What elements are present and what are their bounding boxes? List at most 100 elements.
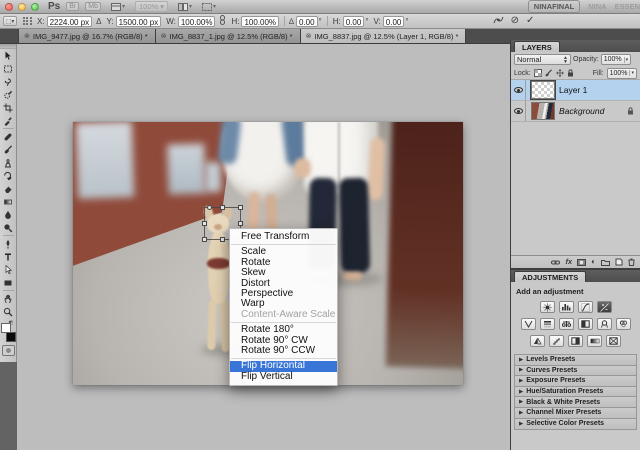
close-tab-icon[interactable]: ⊗ [24, 32, 30, 40]
blur-tool-icon[interactable] [1, 208, 16, 221]
view-extras-menu[interactable]: ▾ [111, 3, 125, 11]
background-color-swatch[interactable] [6, 332, 16, 342]
photo-filter-icon[interactable] [597, 318, 612, 330]
dodge-tool-icon[interactable] [1, 221, 16, 234]
commit-transform-button[interactable]: ✓ [526, 16, 534, 26]
crop-tool-icon[interactable] [1, 101, 16, 114]
threshold-icon[interactable] [568, 335, 583, 347]
history-brush-tool-icon[interactable] [1, 169, 16, 182]
x-position-field[interactable]: 2224.00 px [47, 16, 93, 27]
close-tab-icon[interactable]: ⊗ [306, 32, 312, 40]
relative-positioning-toggle[interactable]: Δ [96, 17, 101, 26]
workspace-button[interactable]: ESSEN [615, 2, 640, 11]
quick-selection-tool-icon[interactable] [1, 88, 16, 101]
disclosure-triangle-icon[interactable]: ▶ [519, 367, 523, 373]
transform-handle[interactable] [202, 237, 207, 242]
close-tab-icon[interactable]: ⊗ [161, 32, 167, 40]
eyedropper-tool-icon[interactable] [1, 114, 16, 127]
layer-visibility-toggle[interactable] [511, 101, 526, 121]
path-selection-tool-icon[interactable] [1, 263, 16, 276]
link-dimensions-icon[interactable] [219, 15, 226, 27]
zoom-level-dropdown[interactable]: 100% ▾ [135, 1, 168, 12]
new-group-icon[interactable] [601, 259, 610, 266]
layer-style-icon[interactable]: fx [565, 258, 572, 266]
pen-tool-icon[interactable] [1, 237, 16, 250]
zoom-tool-icon[interactable] [1, 305, 16, 318]
screen-mode-menu[interactable]: ▾ [202, 3, 216, 11]
reference-point-locator[interactable] [23, 17, 32, 26]
black-white-icon[interactable] [578, 318, 593, 330]
foreground-color-swatch[interactable] [1, 323, 11, 333]
width-scale-field[interactable]: 100.00% [178, 16, 216, 27]
cancel-transform-button[interactable]: ⊘ [511, 16, 519, 26]
transform-handle[interactable] [202, 221, 207, 226]
clone-stamp-tool-icon[interactable] [1, 156, 16, 169]
type-tool-icon[interactable] [1, 250, 16, 263]
preset-group-exposure[interactable]: ▶Exposure Presets [515, 376, 636, 387]
mini-bridge-button[interactable]: Mb [85, 2, 101, 11]
brightness-contrast-icon[interactable] [540, 301, 555, 313]
document-tab[interactable]: ⊗ IMG_8837_1.jpg @ 12.5% (RGB/8) * [156, 29, 301, 43]
channel-mixer-icon[interactable] [616, 318, 631, 330]
color-balance-icon[interactable] [559, 318, 574, 330]
h-skew-field[interactable]: 0.00 [343, 16, 365, 27]
new-layer-icon[interactable] [615, 258, 623, 266]
preset-group-curves[interactable]: ▶Curves Presets [515, 366, 636, 377]
zoom-window-button[interactable] [31, 3, 39, 11]
opacity-field[interactable]: 100%▾ [601, 54, 631, 65]
menu-item-rotate-90-ccw[interactable]: Rotate 90° CCW [230, 346, 337, 356]
lock-pixels-icon[interactable] [545, 69, 553, 77]
new-adjustment-layer-icon[interactable]: ◐ [591, 258, 596, 266]
layer-row-background[interactable]: Background [511, 101, 640, 122]
vibrance-icon[interactable] [521, 318, 536, 330]
document-tab-active[interactable]: ⊗ IMG_8837.jpg @ 12.5% (Layer 1, RGB/8) … [301, 29, 467, 43]
bridge-button[interactable]: Br [66, 2, 79, 11]
rectangular-marquee-tool-icon[interactable] [1, 62, 16, 75]
transform-handle[interactable] [220, 205, 225, 210]
workspace-button-active[interactable]: NINAFINAL [528, 0, 580, 13]
tab-adjustments[interactable]: ADJUSTMENTS [514, 271, 586, 282]
layer-row-layer1[interactable]: Layer 1 [511, 80, 640, 101]
rotation-angle-field[interactable]: 0.00 [296, 16, 318, 27]
tool-preset-picker[interactable]: ⬚▾ [3, 16, 17, 26]
invert-icon[interactable] [530, 335, 545, 347]
levels-icon[interactable] [559, 301, 574, 313]
fill-field[interactable]: 100%▾ [607, 68, 637, 79]
transform-handle[interactable] [238, 221, 243, 226]
layer-name[interactable]: Background [559, 106, 604, 116]
transform-handle[interactable] [207, 205, 212, 210]
curves-icon[interactable] [578, 301, 593, 313]
disclosure-triangle-icon[interactable]: ▶ [519, 357, 523, 363]
layers-list-empty-area[interactable] [511, 122, 640, 255]
y-position-field[interactable]: 1500.00 px [116, 16, 162, 27]
layer-visibility-toggle[interactable] [511, 80, 526, 100]
delete-layer-icon[interactable] [628, 258, 635, 266]
gradient-map-icon[interactable] [587, 335, 602, 347]
v-skew-field[interactable]: 0.00 [383, 16, 405, 27]
transform-handle[interactable] [220, 237, 225, 242]
rectangle-shape-tool-icon[interactable] [1, 276, 16, 289]
link-layers-icon[interactable] [551, 259, 560, 266]
menu-item-flip-vertical[interactable]: Flip Vertical [230, 372, 337, 382]
lock-all-icon[interactable] [567, 69, 574, 77]
tab-layers[interactable]: LAYERS [514, 41, 560, 52]
disclosure-triangle-icon[interactable]: ▶ [519, 410, 523, 416]
lock-position-icon[interactable] [556, 69, 564, 77]
hand-tool-icon[interactable] [1, 292, 16, 305]
document-tab[interactable]: ⊗ IMG_9477.jpg @ 16.7% (RGB/8) * [18, 29, 156, 43]
close-window-button[interactable] [5, 3, 13, 11]
spot-healing-brush-tool-icon[interactable] [1, 130, 16, 143]
hue-saturation-icon[interactable] [540, 318, 555, 330]
preset-group-channel-mixer[interactable]: ▶Channel Mixer Presets [515, 408, 636, 419]
preset-group-selective-color[interactable]: ▶Selective Color Presets [515, 419, 636, 430]
move-tool-icon[interactable] [1, 49, 16, 62]
arrange-documents-menu[interactable]: ▾ [178, 3, 192, 11]
canvas-area[interactable]: Free Transform Scale Rotate Skew Distort… [17, 44, 510, 450]
preset-group-hue-saturation[interactable]: ▶Hue/Saturation Presets [515, 387, 636, 398]
transform-handle[interactable] [238, 205, 243, 210]
preset-group-black-white[interactable]: ▶Black & White Presets [515, 397, 636, 408]
menu-item-free-transform[interactable]: Free Transform [230, 232, 337, 242]
disclosure-triangle-icon[interactable]: ▶ [519, 399, 523, 405]
brush-tool-icon[interactable] [1, 143, 16, 156]
lasso-tool-icon[interactable] [1, 75, 16, 88]
